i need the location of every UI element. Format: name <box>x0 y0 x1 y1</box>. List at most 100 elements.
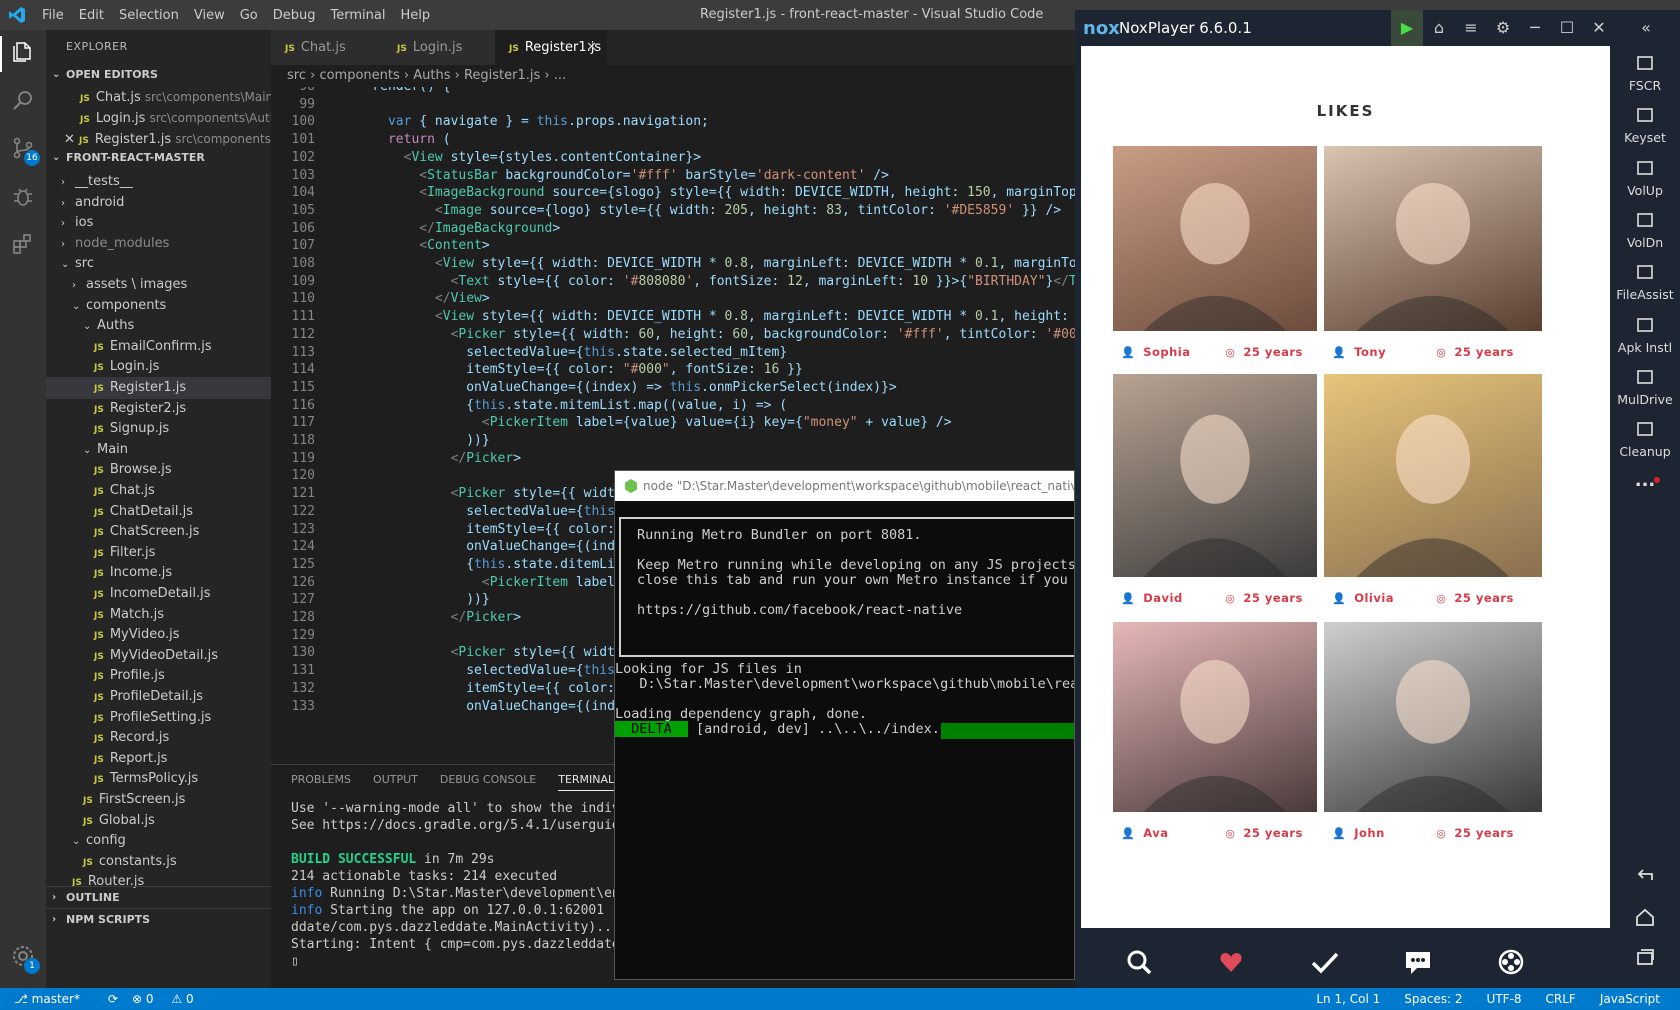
panel-tab-output[interactable]: OUTPUT <box>373 773 418 791</box>
nox-tool-muldrive[interactable]: MulDrive <box>1610 366 1680 407</box>
tab-close-icon[interactable]: ✕ <box>586 30 597 65</box>
file-item[interactable]: JS ProfileSetting.js <box>46 707 271 729</box>
file-item[interactable]: JS constants.js <box>46 851 271 873</box>
outline-header[interactable]: › OUTLINE <box>46 886 271 908</box>
menu-help[interactable]: Help <box>400 8 430 23</box>
file-item[interactable]: JS ChatDetail.js <box>46 501 271 523</box>
menu-go[interactable]: Go <box>240 8 258 23</box>
folder-item[interactable]: › __tests__ <box>46 171 271 193</box>
folder-item[interactable]: › assets \ images <box>46 274 271 296</box>
nav-my-video[interactable]: MY VIDEO <box>1461 948 1561 980</box>
folder-item[interactable]: ⌄ src <box>46 253 271 275</box>
open-editor-item[interactable]: JS Login.js src\components\Auths <box>46 107 271 129</box>
folder-item[interactable]: ⌄ Main <box>46 439 271 461</box>
settings-icon[interactable]: ⚙ <box>1487 10 1519 46</box>
nox-tool-cleanup[interactable]: Cleanup <box>1610 418 1680 459</box>
folder-item[interactable]: ⌄ Auths <box>46 315 271 337</box>
extensions-icon[interactable] <box>11 232 35 256</box>
sync-icon[interactable]: ⟳ <box>108 988 118 1010</box>
menu-terminal[interactable]: Terminal <box>331 8 386 23</box>
folder-item[interactable]: ⌄ components <box>46 295 271 317</box>
nav-chat[interactable]: Chat <box>1368 948 1468 980</box>
nav-match[interactable]: MATCH <box>1275 948 1375 980</box>
back-icon[interactable] <box>1634 866 1656 888</box>
file-item[interactable]: JS Report.js <box>46 748 271 770</box>
file-item[interactable]: JS Login.js <box>46 356 271 378</box>
file-item[interactable]: JS Signup.js <box>46 418 271 440</box>
breadcrumb-item[interactable]: Register1.js <box>464 68 540 83</box>
file-item[interactable]: JS Filter.js <box>46 542 271 564</box>
metro-console-window[interactable]: node "D:\Star.Master\development\workspa… <box>614 470 1075 980</box>
nox-tool-keyset[interactable]: Keyset <box>1610 104 1680 145</box>
status-item[interactable]: CRLF <box>1546 988 1576 1010</box>
maximize-icon[interactable]: ☐ <box>1551 10 1583 46</box>
tab-register1[interactable]: JS Register1.js ✕ <box>495 30 607 65</box>
file-item[interactable]: JS EmailConfirm.js <box>46 336 271 358</box>
open-editors-header[interactable]: ⌄ OPEN EDITORS <box>46 64 271 86</box>
profile-photo[interactable] <box>1113 146 1317 331</box>
menu-view[interactable]: View <box>194 8 225 23</box>
status-item[interactable]: Spaces: 2 <box>1404 988 1462 1010</box>
status-item[interactable]: Ln 1, Col 1 <box>1316 988 1380 1010</box>
folder-item[interactable]: › ios <box>46 212 271 234</box>
close-editor-icon[interactable]: ✕ <box>64 132 79 147</box>
nox-tool-fileassist[interactable]: FileAssist <box>1610 261 1680 302</box>
nav-incoming[interactable]: INCOMING <box>1182 948 1282 980</box>
minimize-icon[interactable]: ─ <box>1519 10 1551 46</box>
file-item[interactable]: JS MyVideo.js <box>46 624 271 646</box>
profile-photo[interactable] <box>1324 622 1542 812</box>
nox-tool-[interactable]: ... <box>1610 470 1680 491</box>
folder-item[interactable]: › node_modules <box>46 233 271 255</box>
problems-indicator[interactable]: ⊗ 0 ⚠ 0 <box>132 988 208 1010</box>
file-item[interactable]: JS Browse.js <box>46 459 271 481</box>
file-item[interactable]: JS TermsPolicy.js <box>46 768 271 790</box>
breadcrumb-item[interactable]: src <box>287 68 306 83</box>
file-item[interactable]: JS ProfileDetail.js <box>46 686 271 708</box>
collapse-sidebar-icon[interactable]: « <box>1630 10 1662 46</box>
file-item[interactable]: JS IncomeDetail.js <box>46 583 271 605</box>
breadcrumb-item[interactable]: components <box>319 68 399 83</box>
debug-icon[interactable] <box>11 184 35 208</box>
file-item[interactable]: JS FirstScreen.js <box>46 789 271 811</box>
folder-item[interactable]: ⌄ config <box>46 830 271 852</box>
tab-login[interactable]: JS Login.js <box>383 30 495 65</box>
file-item[interactable]: JS ChatScreen.js <box>46 521 271 543</box>
nox-tool-apkinstl[interactable]: Apk Instl <box>1610 314 1680 355</box>
status-item[interactable]: JavaScript <box>1600 988 1660 1010</box>
panel-tab-terminal[interactable]: TERMINAL <box>558 773 615 791</box>
menu-edit[interactable]: Edit <box>79 8 104 23</box>
menu-selection[interactable]: Selection <box>119 8 179 23</box>
file-item[interactable]: JS MyVideoDetail.js <box>46 645 271 667</box>
terminal-output[interactable]: Use '--warning-mode all' to show the ind… <box>291 801 651 971</box>
menu-file[interactable]: File <box>42 8 64 23</box>
folder-item[interactable]: › android <box>46 192 271 214</box>
nox-tool-volup[interactable]: VolUp <box>1610 157 1680 198</box>
android-home-icon[interactable] <box>1634 906 1656 928</box>
profile-photo[interactable] <box>1324 374 1542 577</box>
file-item[interactable]: JS Income.js <box>46 562 271 584</box>
nox-tool-voldn[interactable]: VolDn <box>1610 209 1680 250</box>
breadcrumb-item[interactable]: ... <box>554 68 566 83</box>
menu-debug[interactable]: Debug <box>273 8 316 23</box>
profile-photo[interactable] <box>1113 622 1317 812</box>
breadcrumb-item[interactable]: Auths <box>413 68 450 83</box>
file-item[interactable]: JS Record.js <box>46 727 271 749</box>
branch-indicator[interactable]: ⎇ master* <box>14 988 94 1010</box>
status-item[interactable]: UTF-8 <box>1487 988 1522 1010</box>
open-editor-item[interactable]: JS Chat.js src\components\Main <box>46 86 271 108</box>
profile-photo[interactable] <box>1113 374 1317 577</box>
file-item[interactable]: JS Register1.js <box>46 377 271 399</box>
project-header[interactable]: ⌄ FRONT-REACT-MASTER <box>46 147 271 169</box>
file-item[interactable]: JS Profile.js <box>46 665 271 687</box>
npm-scripts-header[interactable]: › NPM SCRIPTS <box>46 908 271 930</box>
file-item[interactable]: JS Register2.js <box>46 398 271 420</box>
panel-tab-debug-console[interactable]: DEBUG CONSOLE <box>440 773 536 791</box>
search-icon[interactable] <box>11 88 35 112</box>
close-icon[interactable]: ✕ <box>1583 10 1615 46</box>
play-icon[interactable]: ▶ <box>1391 10 1423 46</box>
recent-apps-icon[interactable] <box>1634 946 1656 968</box>
nox-tool-fscr[interactable]: FSCR <box>1610 52 1680 93</box>
file-item[interactable]: JS Chat.js <box>46 480 271 502</box>
profile-photo[interactable] <box>1324 146 1542 331</box>
menu-icon[interactable]: ≡ <box>1455 10 1487 46</box>
